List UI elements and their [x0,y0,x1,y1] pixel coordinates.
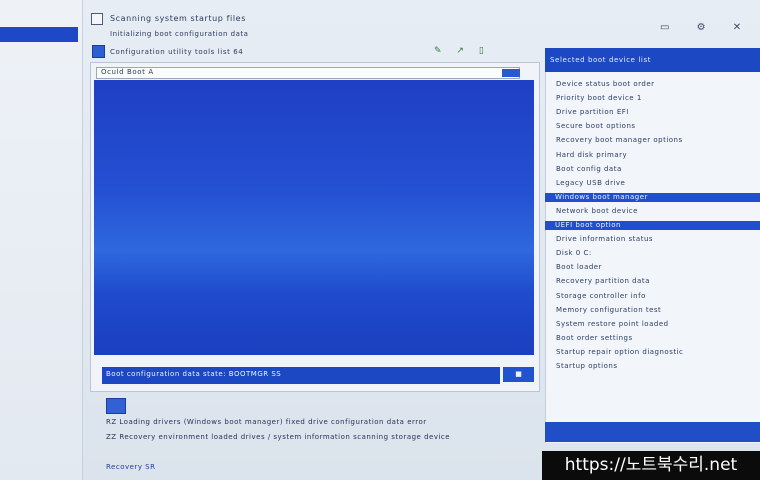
right-panel-item[interactable]: Startup repair option diagnostic [556,348,683,356]
watermark: https://노트북수리.net [542,451,760,480]
preview-canvas [94,80,534,355]
right-panel-item[interactable]: Priority boot device 1 [556,94,642,102]
right-panel-item[interactable]: Startup options [556,362,618,370]
right-panel-item[interactable]: Network boot device [556,207,638,215]
right-panel-item[interactable]: Legacy USB drive [556,179,625,187]
log-checkbox[interactable] [106,398,126,414]
right-panel-item[interactable]: Drive partition EFI [556,108,629,116]
right-panel-item[interactable]: Storage controller info [556,292,646,300]
right-panel-item[interactable]: Hard disk primary [556,151,627,159]
address-go-button[interactable] [502,69,520,77]
right-panel-title: Selected boot device list [550,56,652,64]
panel-icon[interactable]: ▯ [479,46,490,56]
log-line: RZ Loading drivers (Windows boot manager… [106,418,427,426]
log-footer-link[interactable]: Recovery SR [106,463,156,471]
right-panel-item[interactable]: Memory configuration test [556,306,661,314]
right-panel-item[interactable]: Secure boot options [556,122,636,130]
address-text: Oculd Boot A [101,68,154,76]
right-panel-item[interactable]: Boot order settings [556,334,633,342]
right-panel-item[interactable]: Device status boot order [556,80,655,88]
gear-icon[interactable]: ⚙ [697,22,718,33]
sidebar-selected-item[interactable] [0,27,78,42]
right-panel-item[interactable]: Boot loader [556,263,602,271]
right-panel-item[interactable]: Recovery boot manager options [556,136,683,144]
toolbar-tools: ✎ ↗ ▯ [434,46,490,56]
header-title: Scanning system startup files [110,14,246,23]
document-icon [92,45,105,58]
right-panel-item[interactable]: UEFI boot option [545,221,760,230]
right-panel-item[interactable]: Drive information status [556,235,653,243]
right-panel-item[interactable]: System restore point loaded [556,320,669,328]
right-panel-footer-bar [545,422,760,442]
right-panel-item[interactable]: Boot config data [556,165,622,173]
right-panel-item[interactable]: Recovery partition data [556,277,650,285]
close-icon[interactable]: ✕ [733,22,753,33]
maximize-icon[interactable]: ▭ [660,22,681,33]
window-controls: ▭ ⚙ ✕ [660,22,753,33]
address-bar[interactable] [96,67,520,79]
log-line: ZZ Recovery environment loaded drives / … [106,433,451,441]
arrow-icon[interactable]: ↗ [456,46,470,56]
app-icon [91,13,103,25]
status-text: Boot configuration data state: BOOTMGR S… [106,370,282,378]
right-panel-item[interactable]: Windows boot manager [545,193,760,202]
header-subtitle: Initializing boot configuration data [110,30,249,38]
sidebar [0,0,83,480]
edit-icon[interactable]: ✎ [434,46,448,56]
document-title: Configuration utility tools list 64 [110,48,244,56]
right-panel-item[interactable]: Disk 0 C: [556,249,592,257]
status-button[interactable]: ■ [503,367,534,382]
